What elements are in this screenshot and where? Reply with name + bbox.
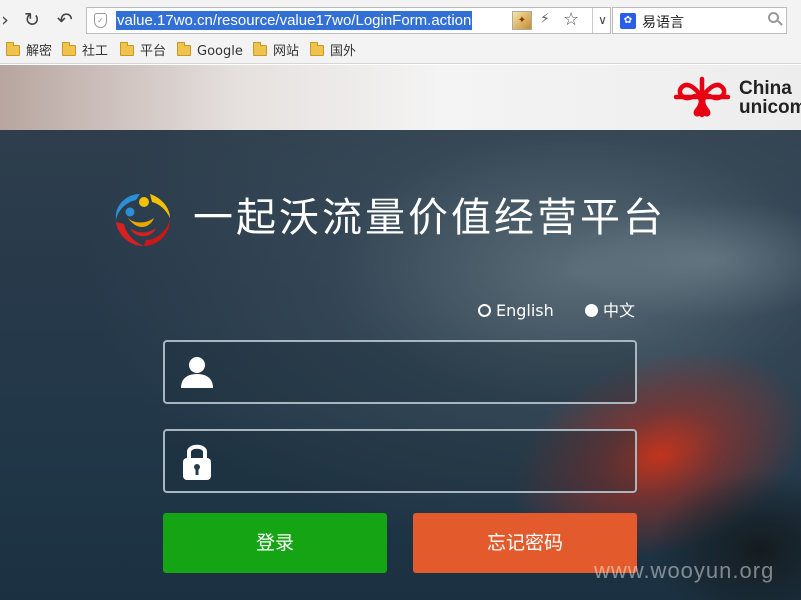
search-icon[interactable]: [768, 12, 779, 23]
language-label: 中文: [603, 301, 636, 320]
bookmark-label: Google: [197, 44, 243, 59]
username-field[interactable]: [163, 340, 637, 404]
folder-icon: [253, 42, 267, 56]
login-hero: 一起沃流量价值经营平台 English 中文 登录 忘记密码 www.wooyu…: [0, 130, 801, 600]
page-header: China unicom: [0, 65, 801, 130]
bookmark-label: 国外: [330, 44, 357, 59]
search-input[interactable]: 易语言: [642, 12, 684, 32]
china-unicom-logo: [673, 76, 731, 118]
page-title: 一起沃流量价值经营平台: [193, 195, 666, 241]
lock-icon: [183, 444, 211, 480]
brand-line-2: unicom: [739, 97, 801, 118]
shield-icon[interactable]: ✓: [94, 13, 107, 28]
bookmark-folder-6[interactable]: 国外: [310, 42, 356, 62]
site-logo: [115, 194, 170, 246]
username-input[interactable]: [227, 354, 622, 390]
baidu-icon[interactable]: ✿: [620, 13, 636, 29]
forward-icon[interactable]: ›: [0, 9, 16, 31]
bookmark-label: 解密: [26, 44, 53, 59]
bookmark-folder-5[interactable]: 网站: [253, 42, 299, 62]
password-field[interactable]: [163, 429, 637, 493]
bookmark-star-icon[interactable]: ☆: [563, 9, 579, 30]
language-option-english[interactable]: English: [478, 300, 554, 322]
bookmark-folder-4[interactable]: Google: [177, 42, 243, 62]
unicom-brand-text: China unicom: [739, 79, 801, 117]
bookmarks-bar: 解密 社工 平台 Google 网站 国外: [0, 40, 801, 64]
bookmark-label: 网站: [273, 44, 300, 59]
language-label: English: [496, 301, 554, 320]
language-option-chinese[interactable]: 中文: [585, 300, 635, 322]
folder-icon: [6, 42, 20, 56]
browser-toolbar: › ↻ ↶ ✓ value.17wo.cn/resource/value17wo…: [0, 0, 801, 40]
brand-line-1: China: [739, 78, 792, 99]
bookmark-folder-2[interactable]: 社工: [62, 42, 108, 62]
chinese-radio[interactable]: [585, 304, 598, 317]
english-radio[interactable]: [478, 304, 491, 317]
search-box[interactable]: ✿ 易语言: [612, 7, 787, 34]
bookmark-folder-3[interactable]: 平台: [120, 42, 166, 62]
reload-icon[interactable]: ↻: [21, 9, 43, 31]
watermark: www.wooyun.org: [594, 558, 775, 583]
url-text[interactable]: value.17wo.cn/resource/value17wo/LoginFo…: [116, 11, 473, 30]
user-icon: [181, 357, 213, 388]
lightning-icon[interactable]: ⚡: [540, 11, 550, 27]
extension-icon[interactable]: ✦: [512, 11, 532, 30]
folder-icon: [310, 42, 324, 56]
password-input[interactable]: [227, 443, 622, 479]
dropdown-chevron-icon[interactable]: ∨: [592, 8, 612, 33]
folder-icon: [120, 42, 134, 56]
undo-icon[interactable]: ↶: [54, 9, 76, 31]
bookmark-label: 平台: [140, 44, 167, 59]
address-bar[interactable]: ✓ value.17wo.cn/resource/value17wo/Login…: [86, 7, 611, 34]
folder-icon: [177, 42, 191, 56]
bookmark-label: 社工: [82, 44, 109, 59]
login-button[interactable]: 登录: [163, 513, 387, 573]
folder-icon: [62, 42, 76, 56]
bookmark-folder-1[interactable]: 解密: [6, 42, 52, 62]
